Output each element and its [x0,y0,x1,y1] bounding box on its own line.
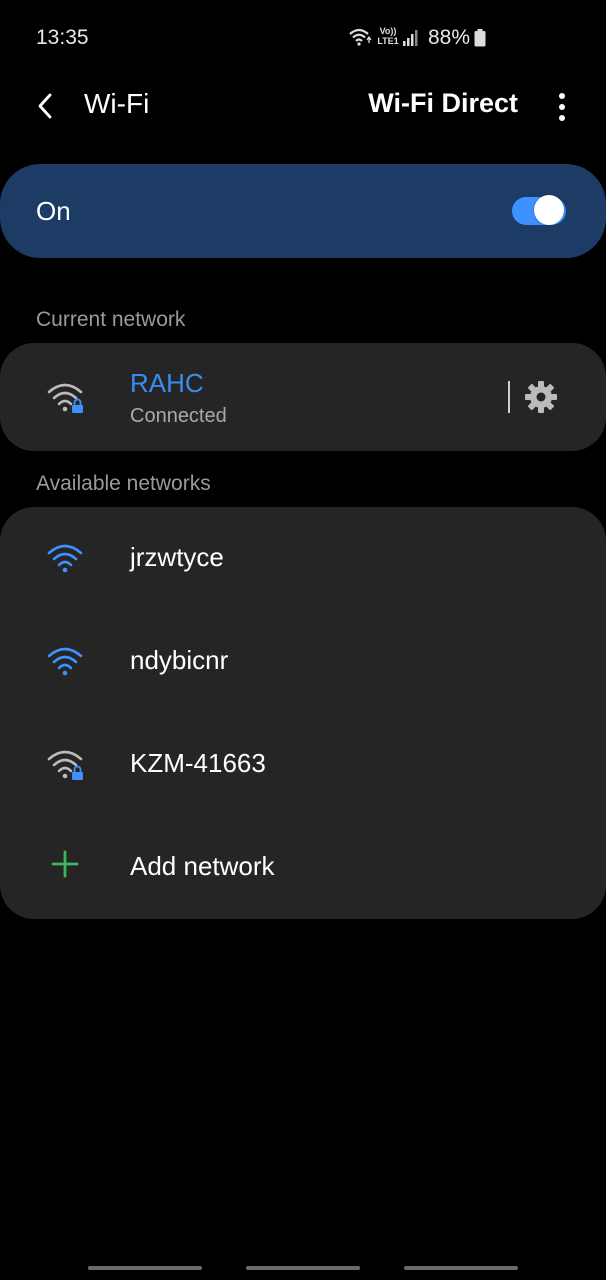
battery-icon [474,29,486,47]
wifi-secured-icon [47,383,83,413]
current-network-heading: Current network [36,308,186,331]
status-bar: 13:35 Vo)) LTE1 88% [0,0,606,76]
available-networks-card: jrzwtyce ndybicnr KZM-41663 Add network [0,507,606,919]
app-bar: Wi-Fi Wi-Fi Direct [0,76,606,136]
wifi-direct-button[interactable]: Wi-Fi Direct [368,88,518,119]
more-options-button[interactable] [552,90,572,124]
navigation-bar [0,1250,606,1280]
network-name: ndybicnr [130,645,229,675]
add-network-label: Add network [130,851,275,881]
plus-icon [51,850,79,878]
back-arrow-icon [38,93,52,119]
wifi-icon [47,544,83,573]
more-vertical-icon [559,93,565,121]
wifi-secured-icon [47,750,83,780]
back-button[interactable] [30,90,62,122]
network-row[interactable]: KZM-41663 [0,713,606,816]
nav-back[interactable] [404,1266,518,1270]
nav-recents[interactable] [88,1266,202,1270]
signal-icon [403,30,418,46]
network-row[interactable]: jrzwtyce [0,507,606,610]
nav-home[interactable] [246,1266,360,1270]
wifi-master-toggle[interactable]: On [0,164,606,258]
wifi-icon [47,647,83,676]
volte-indicator: Vo)) LTE1 [377,26,399,46]
divider [508,381,510,413]
network-name: KZM-41663 [130,748,266,778]
available-networks-heading: Available networks [36,472,211,495]
network-settings-button[interactable] [524,380,558,414]
battery-percent: 88% [428,26,471,49]
toggle-label: On [36,196,71,226]
wifi-switch[interactable] [512,195,566,227]
switch-knob [534,195,564,225]
add-network-button[interactable]: Add network [0,816,606,919]
gear-icon [525,381,557,413]
status-time: 13:35 [36,26,89,49]
current-network-status: Connected [130,405,227,427]
network-row[interactable]: ndybicnr [0,610,606,713]
current-network-card[interactable]: RAHC Connected [0,343,606,451]
network-name: jrzwtyce [130,542,224,572]
page-title: Wi-Fi [84,88,150,119]
wifi-status-icon [349,28,372,46]
current-network-name: RAHC [130,368,204,398]
